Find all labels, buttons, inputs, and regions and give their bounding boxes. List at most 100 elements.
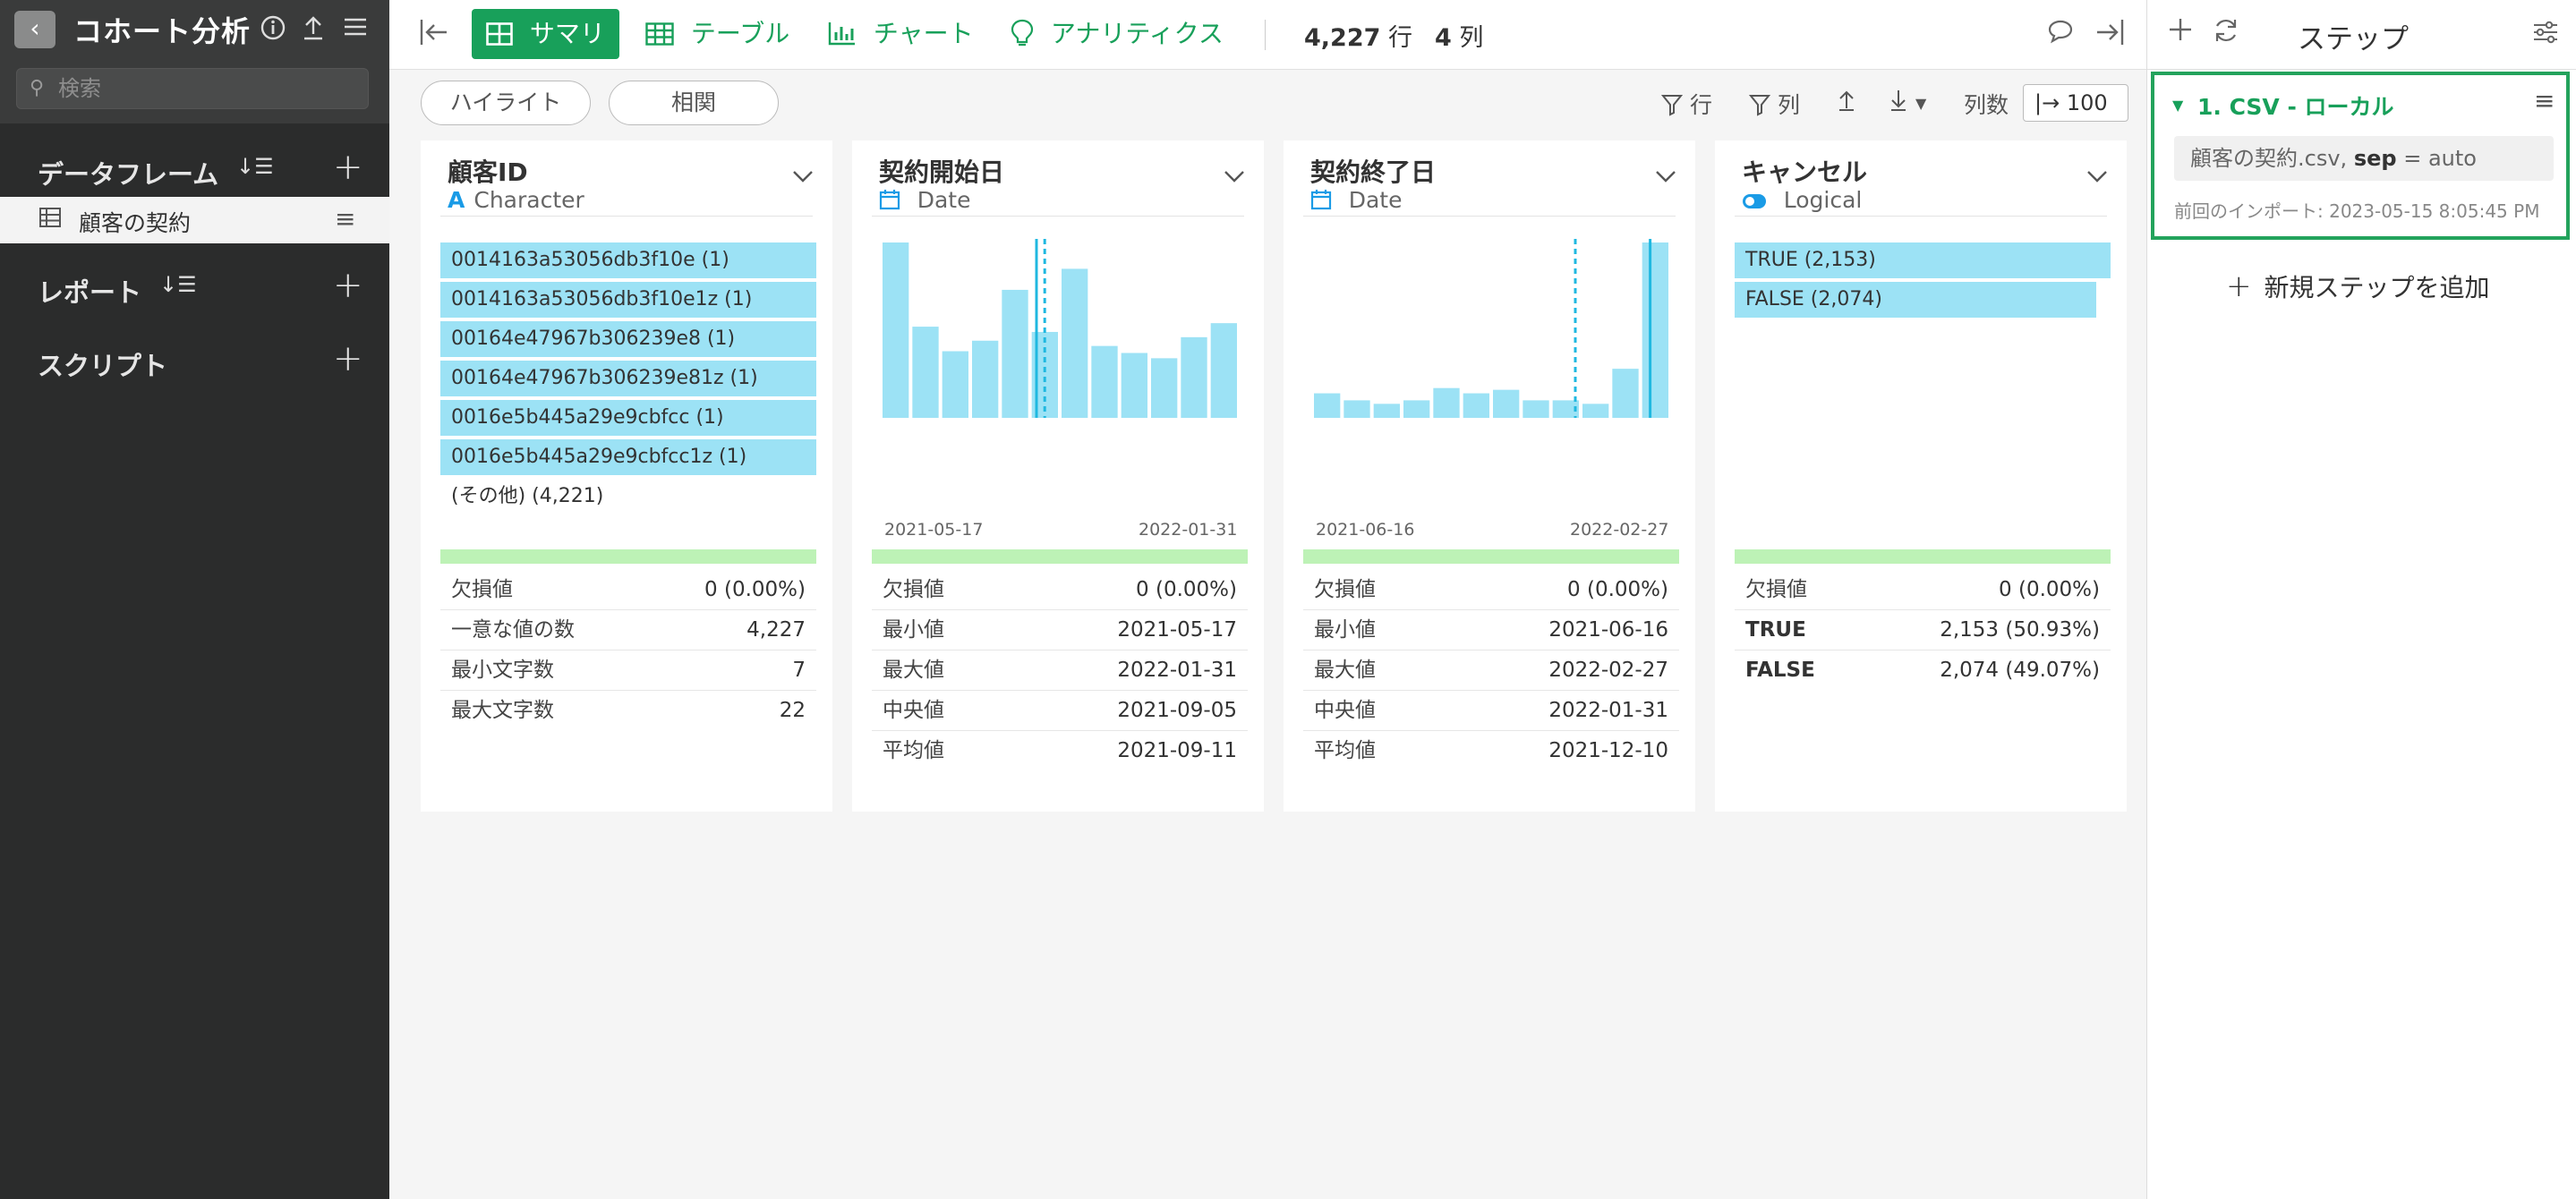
dataframe-item[interactable]: 顧客の契約 ≡ [0,197,389,243]
sort-ascending-button[interactable] [1837,88,1856,114]
sort-descending-button[interactable]: ▼ [1889,88,1926,114]
histogram-bar[interactable] [972,340,999,418]
add-dataframe-button[interactable]: + [333,147,363,188]
histogram-bar[interactable] [1151,358,1178,418]
value-bar-true[interactable]: TRUE (2,153) [1735,242,2111,278]
add-report-button[interactable]: + [333,265,363,306]
collapse-right-icon[interactable] [2094,16,2126,55]
chevron-left-icon: ‹ [30,13,40,43]
add-step-button[interactable]: + 新規ステップを追加 [2226,268,2490,304]
filter-columns-button[interactable]: 列 [1748,88,1800,120]
histogram-bar[interactable] [883,242,909,418]
step-parameters: 顧客の契約.csv, sep = auto [2174,136,2554,181]
stat-row: 最小値 2021-06-16 [1303,610,1679,651]
column-card-cancel[interactable]: キャンセル Logical TRUE (2,153) FALSE (2,074)… [1715,140,2127,812]
lightbulb-icon [1011,19,1042,48]
table-icon [39,208,61,233]
highlight-button[interactable]: ハイライト [421,81,591,125]
tab-summary[interactable]: サマリ [472,9,619,59]
chevron-down-icon[interactable] [2086,164,2109,191]
histogram-bar[interactable] [1373,404,1400,418]
value-bar[interactable]: 0016e5b445a29e9cbfcc1z (1) [440,439,816,475]
column-count-input[interactable]: |→ 100 [2023,84,2128,122]
chevron-down-icon[interactable] [1654,164,1677,191]
info-icon[interactable] [260,14,286,48]
histogram-bar[interactable] [1091,345,1118,418]
histogram-bar[interactable] [1612,369,1639,418]
histogram-bar[interactable] [1463,393,1489,418]
other-values: (その他) (4,221) [451,485,604,507]
stat-row: 最小文字数 7 [440,651,816,691]
divider [440,216,813,217]
sidebar-header: ‹ コホート分析 ⚲ [0,0,389,123]
histogram-bar[interactable] [1121,353,1147,418]
dataframe-menu-icon[interactable]: ≡ [335,204,355,234]
column-card-start-date[interactable]: 契約開始日 Date 2021-05-17 2022-01-31 欠損値 0 (0… [852,140,1264,812]
histogram-bar[interactable] [1433,387,1460,418]
step-menu-icon[interactable]: ≡ [2534,86,2555,115]
caret-down-icon[interactable]: ▼ [2172,97,2183,114]
histogram-bar[interactable] [1002,289,1028,418]
step-card[interactable]: ▼ 1. CSV - ローカル ≡ 顧客の契約.csv, sep = auto … [2151,72,2570,240]
histogram-bar[interactable] [1062,268,1088,418]
value-bar[interactable]: 00164e47967b306239e8 (1) [440,321,816,357]
stat-row: 最大文字数 22 [451,699,806,722]
correlation-button[interactable]: 相関 [609,81,779,125]
refresh-icon[interactable] [2212,16,2240,52]
sort-icon[interactable]: ↓☰ [159,272,197,297]
tab-analytics[interactable]: アナリティクス [996,9,1238,59]
histogram-bar[interactable] [1343,400,1370,418]
column-name: 契約終了日 [1310,157,1437,187]
tab-chart[interactable]: チャート [814,9,988,59]
chevron-down-icon[interactable] [1223,164,1246,191]
histogram-bar[interactable] [1642,242,1668,418]
histogram-min-label: 2021-06-16 [1316,520,1415,540]
stat-row: 中央値 2022-01-31 [1303,691,1679,731]
histogram-bar[interactable] [912,327,939,418]
scripts-label: スクリプト [38,351,168,381]
value-bar[interactable]: 0016e5b445a29e9cbfcc (1) [440,400,816,436]
column-type: Date [1310,187,1402,213]
histogram-bar[interactable] [1582,404,1609,418]
sort-icon[interactable]: ↓☰ [236,154,274,179]
histogram-bar[interactable] [1181,336,1207,418]
chevron-down-icon[interactable] [791,164,815,191]
value-bar[interactable]: 0014163a53056db3f10e1z (1) [440,282,816,318]
upload-icon[interactable] [301,14,326,48]
histogram-bar[interactable] [1493,389,1520,418]
stat-row: TRUE 2,153 (50.93%) [1735,610,2111,651]
column-card-end-date[interactable]: 契約終了日 Date 2021-06-16 2022-02-27 欠損値 0 (0… [1284,140,1695,812]
histogram-bar[interactable] [1523,400,1549,418]
column-type: Date [879,187,970,213]
comment-icon[interactable] [2047,18,2074,52]
caret-down-icon: ▼ [1915,95,1927,112]
dataframes-section: データフレーム ↓☰ + [0,143,389,197]
steps-header: ステップ [2147,0,2576,70]
row-count: 4,227 行 [1304,24,1412,52]
search-input[interactable] [58,74,354,103]
column-card-customer-id[interactable]: 顧客ID A Character 0014163a53056db3f10e (1)… [421,140,832,812]
menu-icon[interactable] [342,14,369,47]
back-button[interactable]: ‹ [14,11,55,48]
column-name: キャンセル [1742,157,1868,187]
filter-rows-button[interactable]: 行 [1660,88,1712,120]
search-icon: ⚲ [30,77,45,99]
histogram-max-label: 2022-02-27 [1570,520,1669,540]
column-count-label: 列数 [1964,92,2009,118]
reports-label: レポート [38,277,142,308]
settings-sliders-icon[interactable] [2532,18,2559,52]
stat-row: 最小値 2021-05-17 [872,610,1248,651]
value-bar-false[interactable]: FALSE (2,074) [1735,282,2097,318]
column-type: Logical [1742,187,1862,213]
add-step-icon[interactable] [2167,16,2194,50]
value-bar[interactable]: 0014163a53056db3f10e (1) [440,242,816,278]
histogram-bar[interactable] [942,351,968,418]
histogram-bar[interactable] [1314,393,1341,418]
add-script-button[interactable]: + [333,338,363,379]
collapse-left-icon[interactable] [418,16,450,55]
tab-table[interactable]: テーブル [631,9,804,59]
histogram-bar[interactable] [1210,323,1237,418]
top-toolbar: サマリ テーブル チャート アナリティクス 4,227 行 4 列 [389,0,2146,70]
value-bar[interactable]: 00164e47967b306239e81z (1) [440,361,816,396]
histogram-bar[interactable] [1403,400,1430,418]
